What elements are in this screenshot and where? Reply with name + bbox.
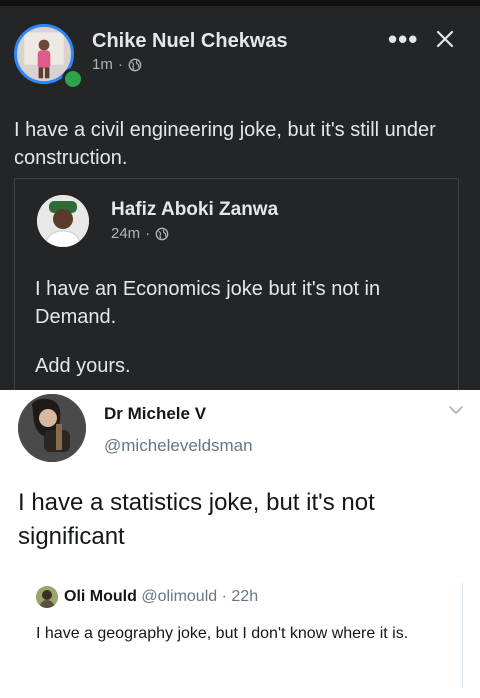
close-icon[interactable] — [434, 28, 456, 50]
tweet-author-avatar[interactable] — [18, 394, 86, 462]
shared-post-time[interactable]: 24m — [111, 225, 140, 242]
tweet-author-handle[interactable]: @micheleveldsman — [104, 436, 253, 456]
post-text: I have a civil engineering joke, but it'… — [14, 119, 436, 169]
shared-author-name[interactable]: Hafiz Aboki Zanwa — [111, 199, 278, 221]
shared-post-meta: 24m · — [111, 225, 169, 242]
top-divider — [0, 0, 480, 6]
online-status-icon — [62, 68, 84, 90]
meta-separator: · — [221, 588, 227, 605]
more-icon: ••• — [388, 24, 419, 54]
quoted-author-avatar[interactable] — [36, 586, 58, 608]
quoted-author-handle[interactable]: @olimould — [141, 588, 217, 605]
shared-author-avatar[interactable] — [37, 195, 89, 247]
meta-separator: · — [117, 56, 123, 73]
tweet-text: I have a statistics joke, but it's not s… — [18, 489, 375, 550]
quoted-tweet-header: Oli Mould @olimould · 22h — [64, 588, 258, 606]
chevron-down-icon[interactable] — [448, 404, 464, 416]
tweet-author-name[interactable]: Dr Michele V — [104, 404, 206, 424]
author-name[interactable]: Chike Nuel Chekwas — [92, 30, 288, 53]
globe-icon — [128, 58, 142, 71]
shared-post-text: I have an Economics joke but it's not in… — [35, 278, 381, 328]
quoted-tweet-time[interactable]: 22h — [231, 588, 258, 605]
post-meta: 1m · — [92, 56, 142, 73]
more-options-button[interactable]: ••• — [388, 24, 418, 55]
tweet: Dr Michele V @micheleveldsman I have a s… — [0, 390, 480, 698]
globe-icon — [155, 227, 169, 240]
quoted-tweet-text: I have a geography joke, but I don't kno… — [36, 625, 409, 642]
quoted-author-name[interactable]: Oli Mould — [64, 588, 137, 605]
add-yours-prompt: Add yours. — [35, 355, 131, 377]
meta-separator: · — [145, 225, 151, 242]
facebook-post: Chike Nuel Chekwas 1m · ••• I have a civ… — [0, 0, 480, 390]
shared-post[interactable]: Hafiz Aboki Zanwa 24m · I have an Econom… — [14, 178, 459, 390]
post-time[interactable]: 1m — [92, 56, 113, 73]
quoted-tweet[interactable]: Oli Mould @olimould · 22h I have a geogr… — [18, 582, 463, 688]
